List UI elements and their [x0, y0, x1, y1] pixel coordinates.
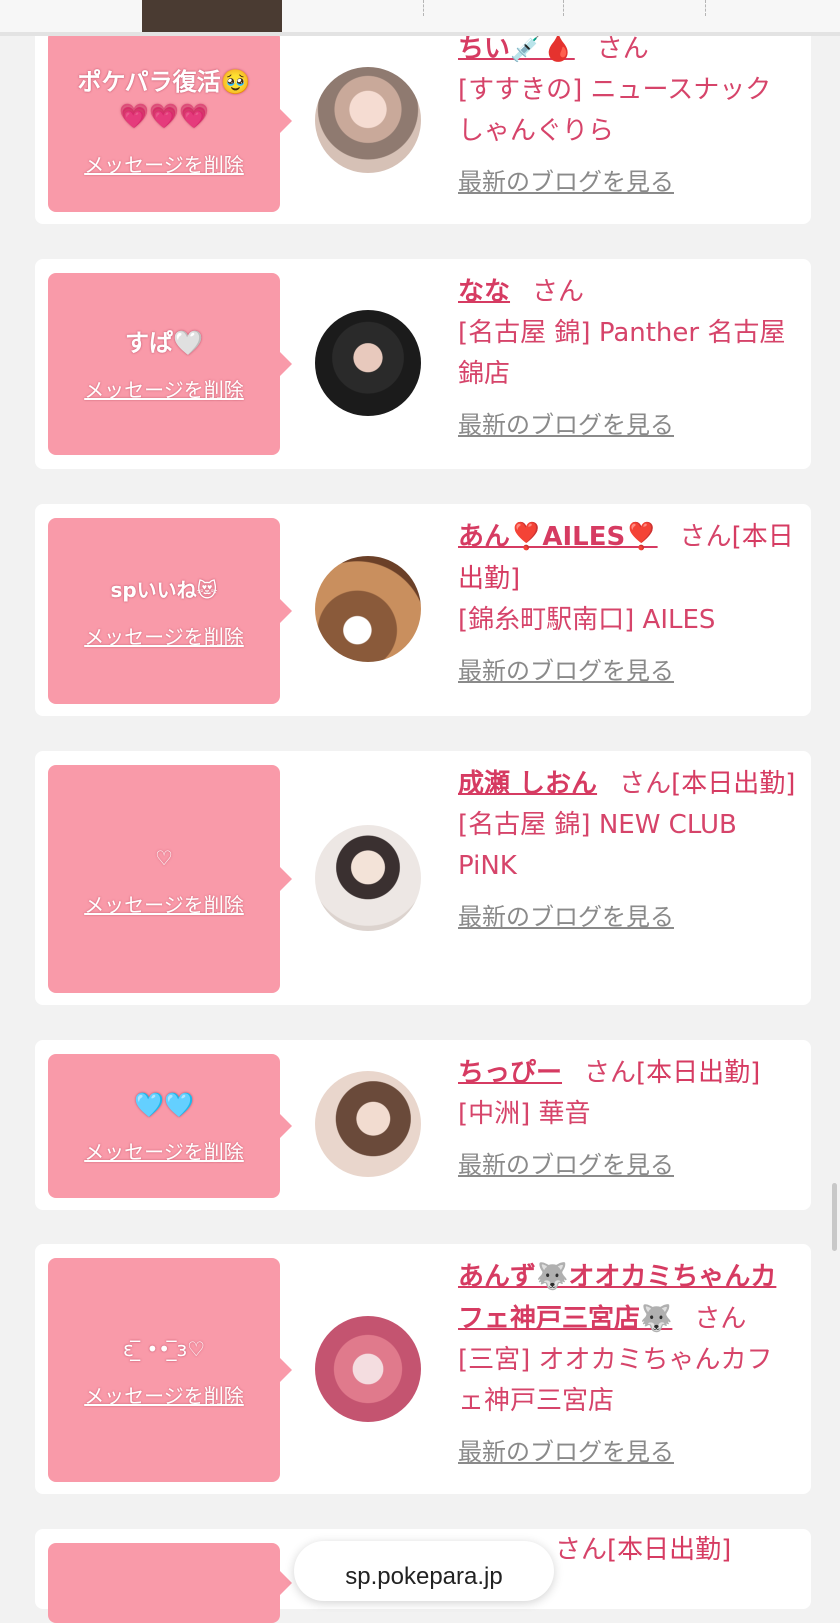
message-text: spいいね😻	[110, 577, 218, 602]
delete-message-link[interactable]: メッセージを削除	[84, 1380, 244, 1409]
honorific: さん	[596, 34, 649, 64]
tab-separator	[563, 0, 564, 16]
message-text: 🩵🩵	[134, 1090, 194, 1119]
host-name-link[interactable]: なな	[458, 277, 510, 307]
delete-message-link[interactable]: メッセージを削除	[84, 889, 244, 918]
shop-text: [名古屋 錦] Panther 名古屋錦店	[458, 318, 786, 389]
latest-blog-link[interactable]: 最新のブログを見る	[458, 1145, 674, 1185]
host-info: ちっぴー さん[本日出勤] [中洲] 華音 最新のブログを見る	[458, 1052, 797, 1185]
honorific: さん	[679, 522, 732, 552]
host-name-link[interactable]: ちっぴー	[458, 1058, 562, 1088]
message-text: ♡	[155, 845, 173, 870]
shop-text: [錦糸町駅南口] AILES	[458, 605, 716, 635]
honorific: さん	[584, 1058, 637, 1088]
latest-blog-link[interactable]: 最新のブログを見る	[458, 162, 674, 202]
host-name-link[interactable]: あん❣️AILES❣️	[458, 522, 658, 552]
host-name-link[interactable]: 成瀬 しおん	[458, 769, 597, 799]
favorite-card: すぱ🤍 メッセージを削除 なな さん [名古屋 錦] Panther 名古屋錦店 …	[35, 259, 811, 469]
message-bubble: spいいね😻 メッセージを削除	[48, 518, 292, 704]
favorite-card: ♡ メッセージを削除 成瀬 しおん さん[本日出勤] [名古屋 錦] NEW CL…	[35, 751, 811, 1005]
shop-text: [中洲] 華音	[458, 1099, 591, 1129]
avatar[interactable]	[315, 1071, 421, 1177]
avatar[interactable]	[315, 825, 421, 931]
message-text: ɛ ̲̅ •• ̲̅ɜ♡	[122, 1336, 206, 1361]
latest-blog-link[interactable]: 最新のブログを見る	[458, 405, 674, 445]
host-info: さん[本日出勤]	[555, 1529, 797, 1571]
avatar[interactable]	[315, 310, 421, 416]
delete-message-link[interactable]: メッセージを削除	[84, 149, 244, 178]
tab-separator	[423, 0, 424, 16]
message-text: すぱ🤍	[125, 328, 203, 357]
host-info: なな さん [名古屋 錦] Panther 名古屋錦店 最新のブログを見る	[458, 271, 797, 445]
browser-tab-strip	[0, 0, 840, 36]
favorite-card: spいいね😻 メッセージを削除 あん❣️AILES❣️ さん[本日出勤] [錦糸町…	[35, 504, 811, 716]
status-text: [本日出勤]	[671, 769, 796, 799]
active-tab-indicator[interactable]	[142, 0, 282, 32]
tab-separator	[705, 0, 706, 16]
url-bar[interactable]: sp.pokepara.jp	[294, 1541, 554, 1601]
delete-message-link[interactable]: メッセージを削除	[84, 1136, 244, 1165]
message-text: ポケパラ復活🥹💗💗💗	[77, 67, 251, 130]
latest-blog-link[interactable]: 最新のブログを見る	[458, 651, 674, 691]
message-bubble: ɛ ̲̅ •• ̲̅ɜ♡ メッセージを削除	[48, 1258, 292, 1482]
honorific: さん	[694, 1304, 747, 1334]
latest-blog-link[interactable]: 最新のブログを見る	[458, 897, 674, 937]
scrollbar[interactable]	[832, 1183, 837, 1251]
message-bubble	[48, 1543, 292, 1623]
favorite-card: ɛ ̲̅ •• ̲̅ɜ♡ メッセージを削除 あんず🐺オオカミちゃんカフェ神戸三宮…	[35, 1244, 811, 1494]
shop-text: [名古屋 錦] NEW CLUB PiNK	[458, 810, 737, 881]
host-name-link[interactable]: ちい💉🩸	[458, 34, 575, 64]
latest-blog-link[interactable]: 最新のブログを見る	[458, 1432, 674, 1472]
message-bubble: ポケパラ復活🥹💗💗💗 メッセージを削除	[48, 30, 292, 212]
message-bubble: 🩵🩵 メッセージを削除	[48, 1054, 292, 1198]
host-info: 成瀬 しおん さん[本日出勤] [名古屋 錦] NEW CLUB PiNK 最新の…	[458, 763, 797, 937]
honorific: さん	[532, 277, 585, 307]
message-bubble: ♡ メッセージを削除	[48, 765, 292, 993]
favorite-card: 🩵🩵 メッセージを削除 ちっぴー さん[本日出勤] [中洲] 華音 最新のブログを…	[35, 1040, 811, 1210]
host-info: ちい💉🩸 さん [すすきの] ニュースナック しゃんぐりら 最新のブログを見る	[458, 28, 797, 202]
avatar[interactable]	[315, 556, 421, 662]
delete-message-link[interactable]: メッセージを削除	[84, 374, 244, 403]
avatar[interactable]	[315, 1316, 421, 1422]
status-text: [本日出勤]	[607, 1535, 732, 1565]
host-info: あん❣️AILES❣️ さん[本日出勤] [錦糸町駅南口] AILES 最新のブロ…	[458, 516, 797, 691]
delete-message-link[interactable]: メッセージを削除	[84, 621, 244, 650]
message-bubble: すぱ🤍 メッセージを削除	[48, 273, 292, 455]
avatar[interactable]	[315, 67, 421, 173]
status-text: [本日出勤]	[636, 1058, 761, 1088]
shop-text: [すすきの] ニュースナック しゃんぐりら	[458, 75, 772, 146]
honorific: さん	[619, 769, 672, 799]
host-info: あんず🐺オオカミちゃんカフェ神戸三宮店🐺 さん [三宮] オオカミちゃんカフェ神戸…	[458, 1256, 797, 1472]
honorific: さん	[555, 1535, 608, 1565]
favorite-card: ポケパラ復活🥹💗💗💗 メッセージを削除 ちい💉🩸 さん [すすきの] ニュースナッ…	[35, 16, 811, 224]
shop-text: [三宮] オオカミちゃんカフェ神戸三宮店	[458, 1345, 773, 1416]
